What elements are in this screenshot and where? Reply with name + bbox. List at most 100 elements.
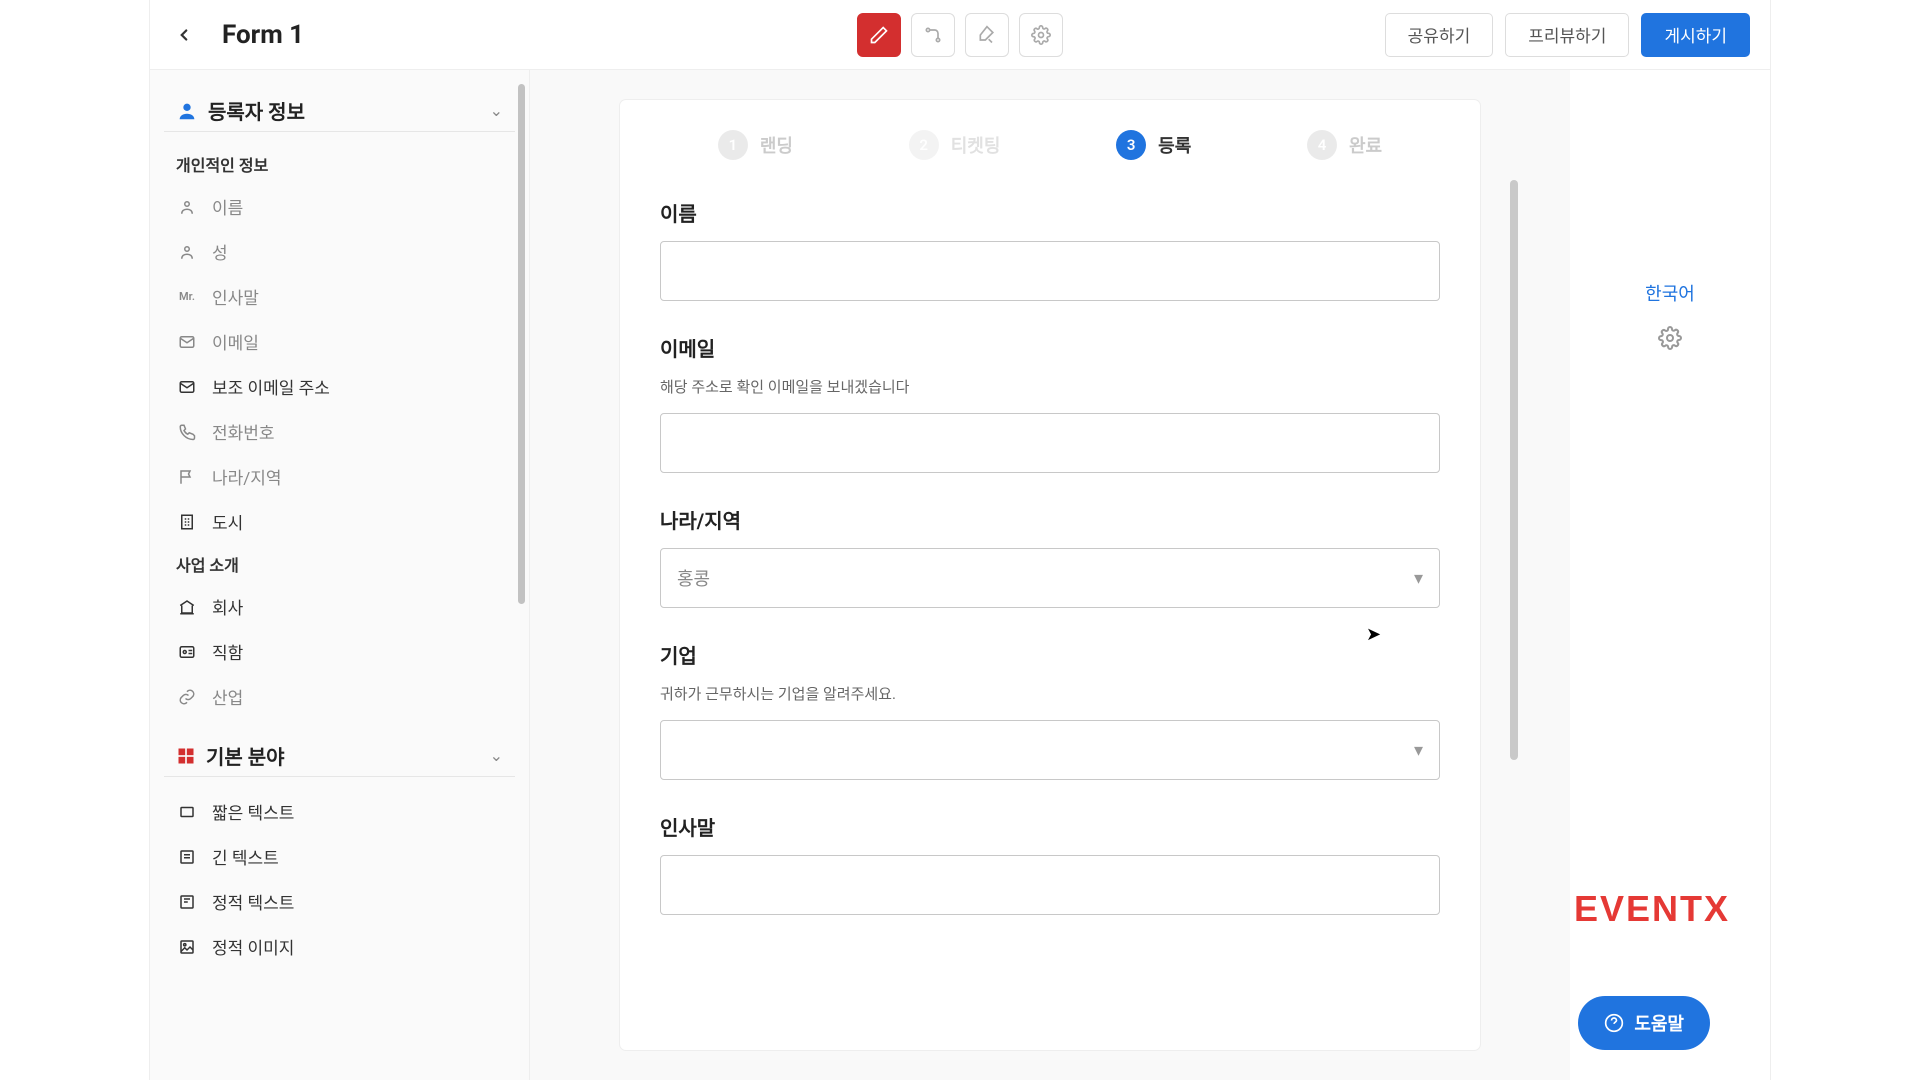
step-complete[interactable]: 4 완료 bbox=[1307, 130, 1382, 160]
section-title: 기본 분야 bbox=[206, 741, 285, 770]
id-icon bbox=[176, 641, 198, 663]
bank-icon bbox=[176, 596, 198, 618]
sidebar-item-city[interactable]: 도시 bbox=[164, 499, 515, 544]
help-icon bbox=[1604, 1013, 1624, 1033]
company-select[interactable]: ▾ bbox=[660, 720, 1440, 780]
chevron-down-icon: ⌄ bbox=[490, 746, 503, 765]
sidebar-item-label: 도시 bbox=[212, 509, 243, 534]
sidebar[interactable]: 등록자 정보 ⌄ 개인적인 정보 이름 성 Mr. 인사말 이메일 bbox=[150, 70, 530, 1080]
country-select[interactable]: 홍콩 ▾ bbox=[660, 548, 1440, 608]
sidebar-item-salutation[interactable]: Mr. 인사말 bbox=[164, 274, 515, 319]
flow-icon bbox=[923, 25, 943, 45]
step-number: 4 bbox=[1307, 130, 1337, 160]
step-label: 티켓팅 bbox=[951, 132, 1001, 158]
tool-settings[interactable] bbox=[1019, 13, 1063, 57]
person-outline-icon bbox=[176, 196, 198, 218]
image-icon bbox=[176, 936, 198, 958]
tool-flow[interactable] bbox=[911, 13, 955, 57]
field-label: 기업 bbox=[660, 640, 1440, 669]
preview-button[interactable]: 프리뷰하기 bbox=[1505, 13, 1629, 57]
sidebar-item-first-name[interactable]: 이름 bbox=[164, 184, 515, 229]
step-row: 1 랜딩 2 티켓팅 3 등록 4 완료 bbox=[660, 130, 1440, 160]
sidebar-item-static-text[interactable]: 정적 텍스트 bbox=[164, 879, 515, 924]
sidebar-item-label: 산업 bbox=[212, 684, 243, 709]
step-label: 완료 bbox=[1349, 132, 1382, 158]
step-ticketing[interactable]: 2 티켓팅 bbox=[909, 130, 1001, 160]
field-label: 나라/지역 bbox=[660, 505, 1440, 534]
tool-theme[interactable] bbox=[965, 13, 1009, 57]
gear-icon bbox=[1658, 326, 1682, 350]
sidebar-item-secondary-email[interactable]: 보조 이메일 주소 bbox=[164, 364, 515, 409]
help-button[interactable]: 도움말 bbox=[1578, 996, 1710, 1050]
cursor-icon: ➤ bbox=[1366, 624, 1381, 645]
sidebar-item-industry[interactable]: 산업 bbox=[164, 674, 515, 719]
sidebar-section-basic[interactable]: 기본 분야 ⌄ bbox=[164, 735, 515, 777]
sidebar-item-country[interactable]: 나라/지역 bbox=[164, 454, 515, 499]
sidebar-item-label: 인사말 bbox=[212, 284, 259, 309]
step-number: 2 bbox=[909, 130, 939, 160]
person-outline-icon bbox=[176, 241, 198, 263]
field-salutation: 인사말 bbox=[660, 812, 1440, 915]
sidebar-item-label: 이메일 bbox=[212, 329, 259, 354]
static-text-icon bbox=[176, 891, 198, 913]
step-registration[interactable]: 3 등록 bbox=[1116, 130, 1191, 160]
section-title: 등록자 정보 bbox=[208, 96, 305, 125]
publish-button[interactable]: 게시하기 bbox=[1641, 13, 1750, 57]
sidebar-item-last-name[interactable]: 성 bbox=[164, 229, 515, 274]
subhead-personal: 개인적인 정보 bbox=[164, 144, 515, 184]
chevron-down-icon: ▾ bbox=[1414, 740, 1423, 761]
mail-icon bbox=[176, 331, 198, 353]
salutation-input[interactable] bbox=[660, 855, 1440, 915]
share-button[interactable]: 공유하기 bbox=[1385, 13, 1494, 57]
back-button[interactable] bbox=[170, 21, 198, 49]
mail-icon bbox=[176, 376, 198, 398]
sidebar-item-label: 보조 이메일 주소 bbox=[212, 374, 330, 399]
field-country: 나라/지역 홍콩 ▾ bbox=[660, 505, 1440, 608]
field-label: 인사말 bbox=[660, 812, 1440, 841]
sidebar-item-phone[interactable]: 전화번호 bbox=[164, 409, 515, 454]
sidebar-item-label: 성 bbox=[212, 239, 228, 264]
sidebar-scrollbar[interactable] bbox=[518, 84, 525, 604]
brand-logo: EVENTX bbox=[1574, 888, 1730, 930]
field-label: 이메일 bbox=[660, 333, 1440, 362]
field-hint: 귀하가 근무하시는 기업을 알려주세요. bbox=[660, 683, 1440, 704]
field-company: 기업 귀하가 근무하시는 기업을 알려주세요. ▾ bbox=[660, 640, 1440, 780]
sidebar-item-company[interactable]: 회사 bbox=[164, 584, 515, 629]
gear-icon bbox=[1031, 25, 1051, 45]
help-label: 도움말 bbox=[1634, 1010, 1684, 1036]
sidebar-section-registrant[interactable]: 등록자 정보 ⌄ bbox=[164, 90, 515, 132]
sidebar-item-short-text[interactable]: 짧은 텍스트 bbox=[164, 789, 515, 834]
sidebar-item-static-image[interactable]: 정적 이미지 bbox=[164, 924, 515, 969]
sidebar-item-label: 짧은 텍스트 bbox=[212, 799, 294, 824]
field-hint: 해당 주소로 확인 이메일을 보내겠습니다 bbox=[660, 376, 1440, 397]
phone-icon bbox=[176, 421, 198, 443]
language-link[interactable]: 한국어 bbox=[1645, 280, 1695, 306]
chevron-down-icon: ▾ bbox=[1414, 568, 1423, 589]
sidebar-item-email[interactable]: 이메일 bbox=[164, 319, 515, 364]
sidebar-item-label: 직함 bbox=[212, 639, 243, 664]
long-text-icon bbox=[176, 846, 198, 868]
field-label: 이름 bbox=[660, 198, 1440, 227]
sidebar-item-label: 나라/지역 bbox=[212, 464, 282, 489]
chevron-left-icon bbox=[175, 26, 193, 44]
sidebar-item-title[interactable]: 직함 bbox=[164, 629, 515, 674]
name-input[interactable] bbox=[660, 241, 1440, 301]
sidebar-item-label: 회사 bbox=[212, 594, 243, 619]
stage-scrollbar[interactable] bbox=[1510, 180, 1518, 760]
step-number: 3 bbox=[1116, 130, 1146, 160]
short-text-icon bbox=[176, 801, 198, 823]
sidebar-item-long-text[interactable]: 긴 텍스트 bbox=[164, 834, 515, 879]
step-number: 1 bbox=[718, 130, 748, 160]
sidebar-item-label: 긴 텍스트 bbox=[212, 844, 279, 869]
step-landing[interactable]: 1 랜딩 bbox=[718, 130, 793, 160]
field-name: 이름 bbox=[660, 198, 1440, 301]
main-canvas: 1 랜딩 2 티켓팅 3 등록 4 완료 bbox=[530, 70, 1570, 1080]
form-stage: 1 랜딩 2 티켓팅 3 등록 4 완료 bbox=[620, 100, 1480, 1050]
rail-settings[interactable] bbox=[1658, 326, 1682, 354]
building-icon bbox=[176, 511, 198, 533]
step-label: 랜딩 bbox=[760, 132, 793, 158]
email-input[interactable] bbox=[660, 413, 1440, 473]
sidebar-item-label: 정적 이미지 bbox=[212, 934, 294, 959]
tool-edit[interactable] bbox=[857, 13, 901, 57]
form-title: Form 1 bbox=[222, 20, 304, 50]
